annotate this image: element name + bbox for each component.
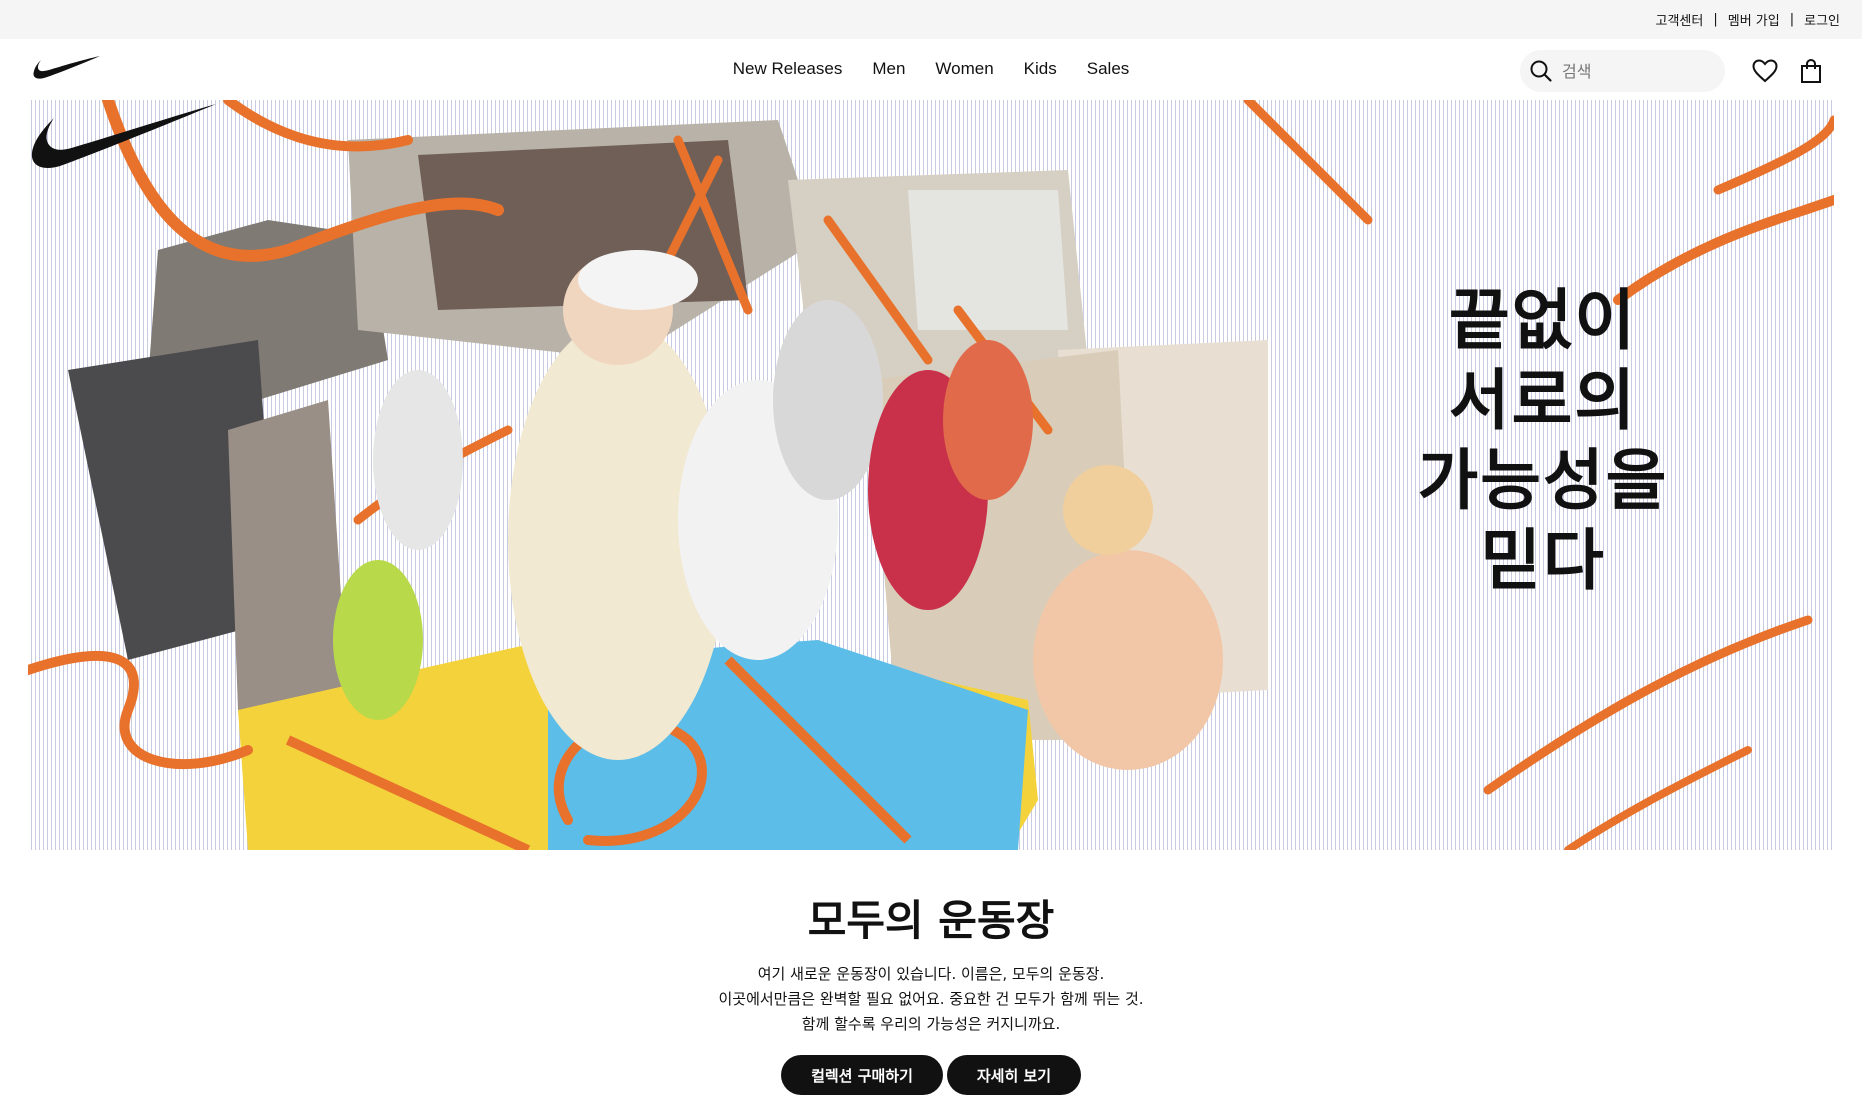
utility-links: 고객센터 | 멤버 가입 | 로그인 [1656,10,1841,29]
nav-new-releases[interactable]: New Releases [718,59,858,79]
person-figure [333,560,423,720]
main-header: New Releases Men Women Kids Sales [0,39,1862,100]
collection-section: 모두의 운동장 여기 새로운 운동장이 있습니다. 이름은, 모두의 운동장. … [0,850,1862,1095]
hero-heading-line: 가능성을 [1417,441,1669,519]
hero-banner[interactable]: 끝없이 서로의 가능성을 믿다 [28,100,1834,850]
search-icon[interactable] [1520,50,1562,92]
brush-stroke [1243,100,1373,225]
utility-bar: 고객센터 | 멤버 가입 | 로그인 [0,0,1862,39]
shopping-bag-icon [1801,58,1821,83]
learn-more-button[interactable]: 자세히 보기 [947,1055,1081,1095]
join-member-link[interactable]: 멤버 가입 [1728,10,1780,29]
person-figure [1033,550,1223,770]
hero-heading: 끝없이 서로의 가능성을 믿다 [1373,280,1713,600]
shop-collection-button[interactable]: 컬렉션 구매하기 [781,1055,943,1095]
person-figure [373,370,463,550]
nav-sales[interactable]: Sales [1072,59,1145,79]
login-link[interactable]: 로그인 [1804,10,1840,29]
collage-photo-window [908,190,1068,330]
collection-description: 여기 새로운 운동장이 있습니다. 이름은, 모두의 운동장. 이곳에서만큼은 … [0,962,1862,1037]
person-figure [773,300,883,500]
utility-separator: | [1713,12,1718,27]
search-input[interactable] [1562,61,1712,81]
hero-heading-line: 끝없이 [1448,281,1638,359]
person-figure [943,340,1033,500]
hero-heading-line: 믿다 [1480,521,1606,599]
collage-photo-ground [228,400,348,710]
utility-separator: | [1789,12,1795,27]
description-line: 함께 할수록 우리의 가능성은 커지니까요. [801,1015,1061,1033]
customer-service-link[interactable]: 고객센터 [1656,10,1704,29]
brush-stroke [28,651,253,770]
brush-stroke [1564,746,1752,850]
nav-men[interactable]: Men [857,59,920,79]
person-cap [578,250,698,310]
brush-stroke [1483,615,1813,795]
bag-button[interactable] [1797,57,1825,85]
heart-icon [1752,59,1778,83]
favorites-button[interactable] [1751,57,1779,85]
nav-women[interactable]: Women [920,59,1008,79]
collection-title: 모두의 운동장 [807,896,1055,945]
cta-row: 컬렉션 구매하기 자세히 보기 [0,1055,1862,1095]
description-line: 여기 새로운 운동장이 있습니다. 이름은, 모두의 운동장. [757,965,1105,983]
description-line: 이곳에서만큼은 완벽할 필요 없어요. 중요한 건 모두가 함께 뛰는 것. [718,990,1144,1008]
hero-heading-line: 서로의 [1448,361,1638,439]
nike-swoosh-icon [31,104,216,168]
nav-kids[interactable]: Kids [1009,59,1072,79]
person-head [1063,465,1153,555]
brush-stroke [1713,115,1834,195]
search-box[interactable] [1520,50,1725,92]
